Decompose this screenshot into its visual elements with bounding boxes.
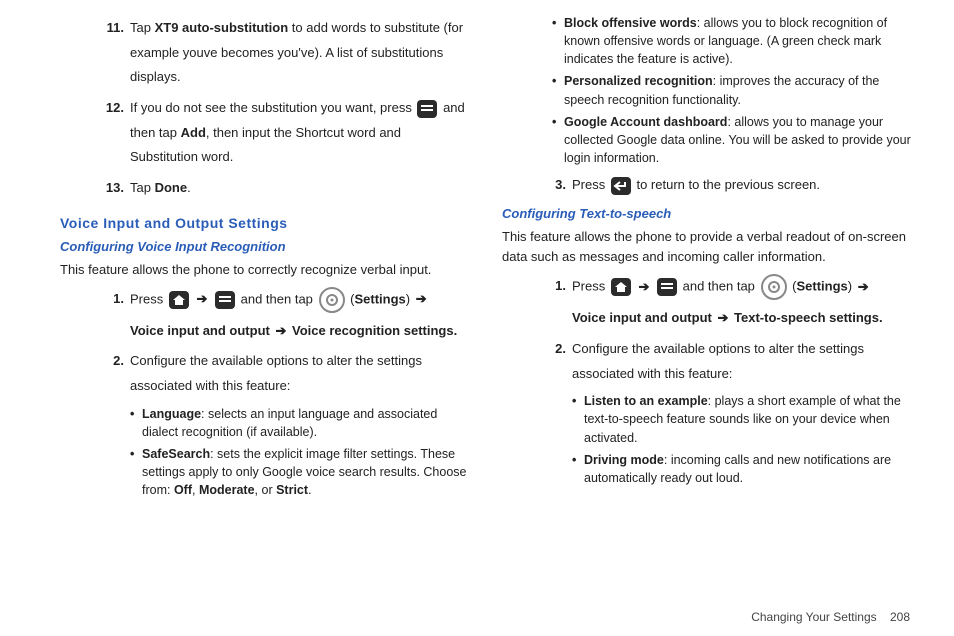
arrow-icon: ➔ (416, 291, 427, 306)
settings-label: Settings (796, 279, 847, 294)
item-number: 3. (538, 173, 572, 198)
arrow-icon: ➔ (638, 279, 649, 294)
bullet-item: • Google Account dashboard: allows you t… (552, 113, 914, 167)
bullet-dot: • (552, 72, 564, 108)
menu-icon (657, 278, 677, 296)
text: Configure the available options to alter… (130, 349, 472, 398)
page-footer: Changing Your Settings 208 (751, 610, 910, 624)
text: Press (130, 291, 167, 306)
footer-page-number: 208 (890, 610, 910, 624)
path-segment: Voice input and output (130, 323, 270, 338)
text: If you do not see the substitution you w… (130, 100, 415, 115)
item-number: 2. (538, 337, 572, 386)
item-number: 13. (96, 176, 130, 201)
menu-icon (215, 291, 235, 309)
item-number: 12. (96, 96, 130, 170)
arrow-icon: ➔ (858, 279, 869, 294)
gear-icon (319, 287, 345, 313)
text: and then tap (683, 279, 759, 294)
bullet-title: Driving mode (584, 453, 664, 467)
gear-icon (761, 274, 787, 300)
path-segment: Voice input and output (572, 310, 712, 325)
footer-section: Changing Your Settings (751, 610, 876, 624)
bullet-title: Personalized recognition (564, 74, 713, 88)
bold-term: Done (155, 180, 188, 195)
subheading-tts: Configuring Text-to-speech (502, 206, 914, 221)
item-number: 11. (96, 16, 130, 90)
bullet-item: • Personalized recognition: improves the… (552, 72, 914, 108)
item-number: 1. (96, 287, 130, 344)
option-off: Off (174, 483, 192, 497)
list-item: 3. Press to return to the previous scree… (538, 173, 914, 198)
option-strict: Strict (276, 483, 308, 497)
settings-label: Settings (354, 291, 405, 306)
bullet-dot: • (572, 451, 584, 487)
text: . (187, 180, 191, 195)
bullet-item: • SafeSearch: sets the explicit image fi… (130, 445, 472, 499)
item-number: 1. (538, 274, 572, 331)
option-moderate: Moderate (199, 483, 255, 497)
arrow-icon: ➔ (717, 310, 728, 325)
list-item: 11. Tap XT9 auto-substitution to add wor… (96, 16, 472, 90)
list-item: 2. Configure the available options to al… (538, 337, 914, 386)
bullet-dot: • (130, 445, 142, 499)
arrow-icon: ➔ (196, 291, 207, 306)
text: , or (255, 483, 277, 497)
arrow-icon: ➔ (275, 323, 286, 338)
heading-voice-io-settings: Voice Input and Output Settings (60, 215, 472, 231)
bullet-title: SafeSearch (142, 447, 210, 461)
bold-term: Add (181, 125, 206, 140)
list-item: 1. Press ➔ and then tap (Settings) ➔ Voi… (96, 287, 472, 344)
home-icon (169, 291, 189, 309)
bullet-dot: • (572, 392, 584, 446)
bullet-title: Google Account dashboard (564, 115, 727, 129)
text: Tap (130, 180, 155, 195)
list-item: 13. Tap Done. (96, 176, 472, 201)
back-icon (611, 177, 631, 195)
bullet-title: Listen to an example (584, 394, 708, 408)
path-segment: Voice recognition settings (292, 323, 454, 338)
bullet-dot: • (552, 14, 564, 68)
text: Tap (130, 20, 155, 35)
bullet-dot: • (130, 405, 142, 441)
item-number: 2. (96, 349, 130, 398)
left-column: 11. Tap XT9 auto-substitution to add wor… (60, 10, 472, 503)
list-item: 2. Configure the available options to al… (96, 349, 472, 398)
text: to return to the previous screen. (636, 177, 820, 192)
bullet-item: • Language: selects an input language an… (130, 405, 472, 441)
list-item: 12. If you do not see the substitution y… (96, 96, 472, 170)
menu-icon (417, 100, 437, 118)
right-column: • Block offensive words: allows you to b… (502, 10, 914, 503)
bullet-item: • Block offensive words: allows you to b… (552, 14, 914, 68)
path-segment: Text-to-speech settings (734, 310, 879, 325)
intro-text: This feature allows the phone to correct… (60, 260, 472, 281)
list-item: 1. Press ➔ and then tap (Settings) ➔ Voi… (538, 274, 914, 331)
home-icon (611, 278, 631, 296)
bullet-dot: • (552, 113, 564, 167)
text: Configure the available options to alter… (572, 337, 914, 386)
text: Press (572, 279, 609, 294)
bullet-item: • Driving mode: incoming calls and new n… (572, 451, 914, 487)
bold-term: XT9 auto-substitution (155, 20, 289, 35)
bullet-title: Language (142, 407, 201, 421)
bullet-item: • Listen to an example: plays a short ex… (572, 392, 914, 446)
subheading-voice-input: Configuring Voice Input Recognition (60, 239, 472, 254)
text: Press (572, 177, 609, 192)
intro-text: This feature allows the phone to provide… (502, 227, 914, 269)
bullet-title: Block offensive words (564, 16, 697, 30)
text: and then tap (241, 291, 317, 306)
